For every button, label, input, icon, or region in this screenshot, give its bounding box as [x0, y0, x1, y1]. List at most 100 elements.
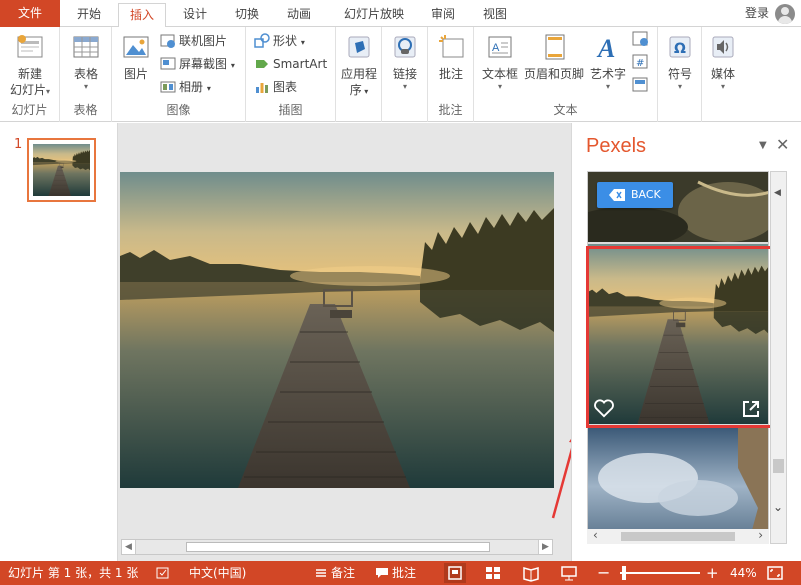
- group-illustrations: 形状 ▾ SmartArt 图表 插图: [246, 27, 336, 122]
- new-slide-label-2: 幻灯片: [9, 83, 46, 97]
- tab-slideshow[interactable]: 幻灯片放映: [332, 3, 416, 27]
- fit-to-window-icon[interactable]: [767, 566, 783, 580]
- scroll-up-icon[interactable]: ◀: [774, 188, 781, 198]
- online-pictures-label: 联机图片: [179, 34, 228, 48]
- wordart-label: 艺术字: [589, 67, 626, 81]
- slide-canvas[interactable]: [120, 172, 554, 488]
- shapes-label: 形状: [273, 34, 298, 48]
- object-icon[interactable]: [632, 77, 650, 93]
- back-button[interactable]: BACK: [597, 182, 673, 208]
- apps-button[interactable]: 应用程 序 ▾: [338, 31, 380, 100]
- language-status[interactable]: 中文(中国): [189, 561, 246, 585]
- notes-icon: [316, 569, 326, 577]
- chart-label: 图表: [273, 80, 298, 94]
- login-link[interactable]: 登录: [745, 0, 769, 27]
- new-slide-label-1: 新建: [17, 67, 42, 81]
- group-label-slides: 幻灯片: [11, 103, 48, 117]
- chevron-left-icon[interactable]: ‹: [593, 528, 598, 542]
- apps-label-1: 应用程: [340, 67, 377, 81]
- zoom-level[interactable]: 44%: [730, 561, 757, 585]
- picture-label: 图片: [123, 67, 148, 81]
- scroll-right-icon[interactable]: ▶: [538, 540, 552, 554]
- chevron-down-icon: ▾: [300, 38, 305, 47]
- album-button[interactable]: 相册 ▾: [160, 77, 211, 97]
- symbol-button[interactable]: Ω 符号 ▾: [662, 31, 698, 92]
- smartart-icon: [256, 60, 268, 68]
- normal-view-icon[interactable]: [444, 563, 466, 583]
- reading-view-icon[interactable]: [520, 563, 542, 583]
- chevron-down-icon: ▾: [605, 82, 610, 91]
- chevron-down-icon[interactable]: ⌄: [773, 500, 783, 514]
- slide-thumbnail[interactable]: [27, 138, 96, 202]
- user-avatar-icon[interactable]: [775, 4, 795, 24]
- screenshot-icon: [160, 57, 176, 70]
- apps-label-2: 序: [349, 83, 362, 97]
- comment-button[interactable]: 批注: [432, 31, 470, 82]
- pexels-vertical-scrollbar[interactable]: ◀ ⌄: [770, 171, 787, 544]
- online-pictures-button[interactable]: 联机图片: [160, 31, 227, 51]
- date-time-icon[interactable]: [632, 31, 650, 47]
- table-label: 表格: [73, 67, 98, 81]
- slide-number: 1: [14, 137, 23, 152]
- scrollbar-thumb[interactable]: [773, 459, 784, 473]
- slide-thumbnail-pane: 1: [0, 123, 118, 561]
- table-button[interactable]: 表格 ▾: [66, 31, 106, 92]
- tab-file[interactable]: 文件: [0, 0, 60, 27]
- chevron-down-icon: ▾: [83, 82, 88, 91]
- tab-transitions[interactable]: 切换: [224, 3, 270, 27]
- chevron-down-icon: ▾: [206, 84, 211, 93]
- notes-button[interactable]: 备注: [314, 561, 355, 585]
- close-icon[interactable]: ✕: [776, 135, 789, 154]
- slide-sorter-icon[interactable]: [482, 563, 504, 583]
- tab-view[interactable]: 视图: [472, 3, 518, 27]
- slide-number-icon[interactable]: #: [632, 54, 650, 70]
- zoom-slider-thumb[interactable]: [622, 566, 626, 580]
- tab-insert[interactable]: 插入: [118, 3, 166, 28]
- comments-label: 批注: [392, 566, 417, 580]
- apps-icon: [348, 36, 370, 58]
- tab-review[interactable]: 审阅: [420, 3, 466, 27]
- smartart-button[interactable]: SmartArt: [254, 54, 327, 74]
- header-footer-button[interactable]: 页眉和页脚: [522, 31, 586, 82]
- comment-bubble-icon: [376, 568, 388, 578]
- media-button[interactable]: 媒体 ▾: [704, 31, 742, 92]
- comments-button[interactable]: 批注: [375, 561, 416, 585]
- group-links: 链接 ▾: [382, 27, 428, 122]
- shapes-button[interactable]: 形状 ▾: [254, 31, 305, 51]
- wordart-button[interactable]: A 艺术字 ▾: [586, 31, 630, 92]
- group-apps: 应用程 序 ▾: [336, 27, 382, 122]
- zoom-slider[interactable]: [620, 572, 700, 574]
- zoom-out-icon[interactable]: −: [597, 561, 610, 585]
- new-slide-button[interactable]: 新建 幻灯片▾: [4, 31, 56, 98]
- chart-button[interactable]: 图表: [254, 77, 297, 97]
- slide-thumbnail-image: [33, 144, 90, 196]
- table-icon: [73, 36, 99, 58]
- pexels-horizontal-scrollbar[interactable]: ‹ ›: [587, 528, 769, 544]
- chevron-down-icon: ▾: [497, 82, 502, 91]
- svg-text:A: A: [596, 34, 615, 63]
- scrollbar-thumb[interactable]: [621, 532, 735, 541]
- tab-home[interactable]: 开始: [66, 3, 112, 27]
- horizontal-scrollbar[interactable]: ◀ ▶: [121, 539, 553, 555]
- slide-count-status[interactable]: 幻灯片 第 1 张，共 1 张: [8, 561, 138, 585]
- screenshot-label: 屏幕截图: [179, 57, 228, 71]
- pexels-task-pane: Pexels ▼ ✕ BACK ◀ ⌄ ‹ ›: [571, 123, 801, 561]
- chevron-down-icon: ▾: [677, 82, 682, 91]
- pane-menu-icon[interactable]: ▼: [759, 140, 767, 151]
- textbox-button[interactable]: A 文本框 ▾: [480, 31, 520, 92]
- group-label-images: 图像: [166, 103, 191, 117]
- textbox-label: 文本框: [481, 67, 518, 81]
- link-button[interactable]: 链接 ▾: [386, 31, 424, 92]
- pexels-photo-clouds[interactable]: [588, 428, 769, 544]
- tab-design[interactable]: 设计: [172, 3, 218, 27]
- scrollbar-thumb[interactable]: [186, 542, 490, 552]
- scroll-left-icon[interactable]: ◀: [122, 540, 136, 554]
- chevron-right-icon[interactable]: ›: [758, 528, 763, 542]
- zoom-in-icon[interactable]: +: [706, 561, 719, 585]
- screenshot-button[interactable]: 屏幕截图 ▾: [160, 54, 235, 74]
- spellcheck-icon[interactable]: [156, 567, 170, 579]
- slideshow-view-icon[interactable]: [558, 563, 580, 583]
- tab-animations[interactable]: 动画: [276, 3, 322, 27]
- picture-button[interactable]: 图片: [118, 31, 154, 82]
- chart-icon: [256, 83, 268, 93]
